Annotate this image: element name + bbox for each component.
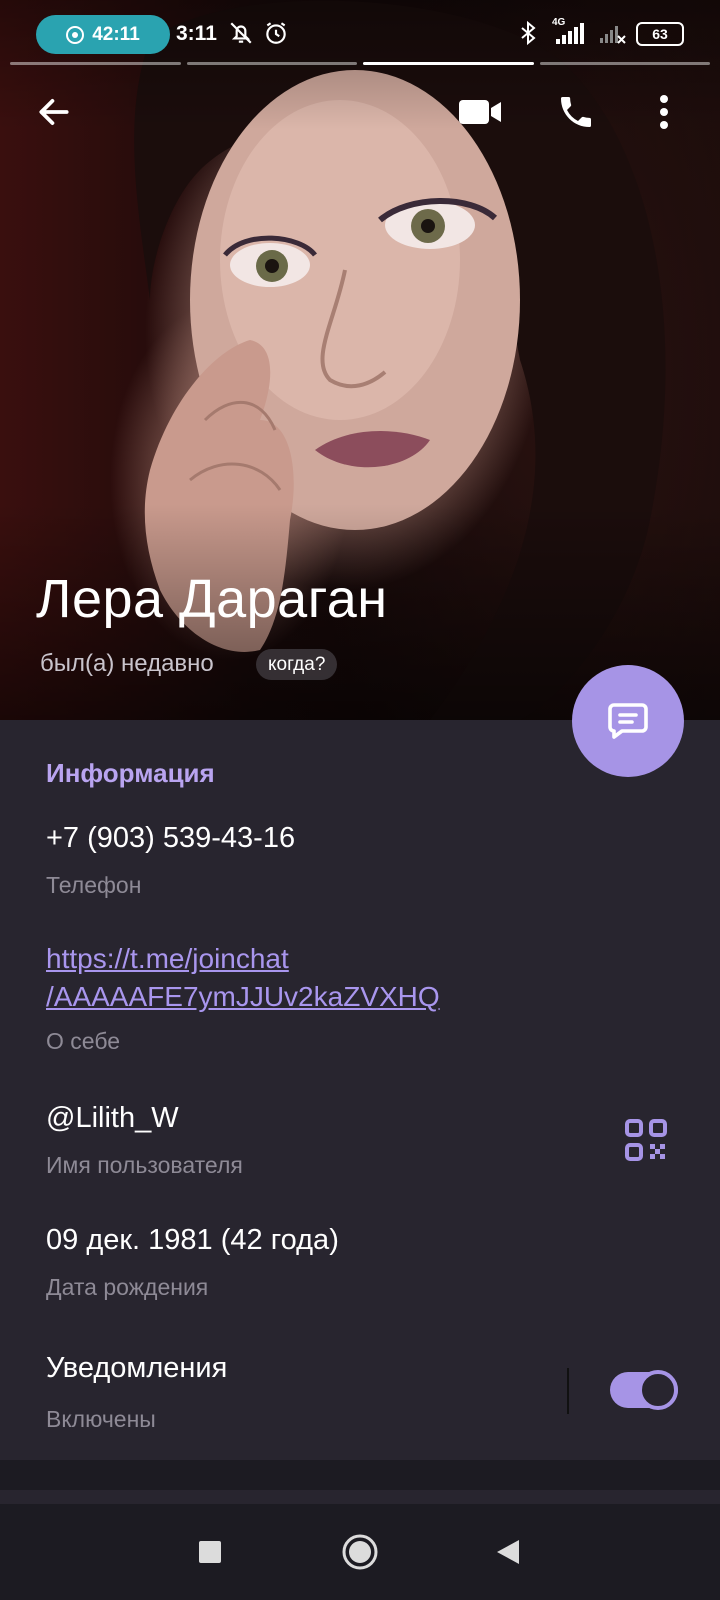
toggle-knob xyxy=(638,1370,678,1410)
section-title-info: Информация xyxy=(46,758,215,788)
username-label: Имя пользователя xyxy=(46,1152,243,1178)
video-call-button[interactable] xyxy=(454,86,506,138)
pager-segment xyxy=(186,62,357,65)
signal-off-icon xyxy=(600,26,626,44)
birthday-value: 09 дек. 1981 (42 года) xyxy=(46,1224,339,1256)
battery-icon: 63 xyxy=(636,22,684,46)
qr-code-button[interactable] xyxy=(624,1118,668,1162)
back-button[interactable] xyxy=(28,86,80,138)
home-circle-icon xyxy=(342,1534,378,1570)
screen-recording-pill[interactable]: 42:11 xyxy=(36,15,170,54)
when-chip[interactable]: когда? xyxy=(256,649,338,680)
send-message-button[interactable] xyxy=(572,665,684,777)
qr-code-icon xyxy=(625,1119,667,1161)
notifications-state: Включены xyxy=(46,1406,156,1432)
status-clock: 3:11 xyxy=(176,22,217,45)
bluetooth-icon xyxy=(521,20,536,46)
message-icon xyxy=(608,703,648,739)
bio-link-line2[interactable]: /AAAAAFE7ymJJUv2kaZVXHQ xyxy=(46,978,440,1016)
home-button[interactable] xyxy=(336,1528,384,1576)
section-gap xyxy=(0,1460,720,1490)
battery-level: 63 xyxy=(652,26,668,42)
notifications-title: Уведомления xyxy=(46,1352,228,1384)
phone-icon xyxy=(561,97,591,127)
pager-segment xyxy=(539,62,710,65)
status-bar: 42:11 3:11 4G 63 xyxy=(0,0,720,66)
bell-off-icon xyxy=(230,22,252,44)
more-vert-icon xyxy=(660,95,668,129)
pager-segment xyxy=(10,62,181,65)
recents-square-icon xyxy=(199,1541,221,1563)
phone-call-button[interactable] xyxy=(550,86,602,138)
vertical-divider xyxy=(567,1368,569,1414)
next-card-edge xyxy=(0,1490,720,1504)
pager-segment-active xyxy=(363,62,534,65)
last-seen-status: был(а) недавно xyxy=(40,650,214,677)
record-icon xyxy=(66,25,85,44)
profile-name: Лера Дараган xyxy=(36,569,388,629)
bio-label: О себе xyxy=(46,1028,121,1054)
system-back-button[interactable] xyxy=(484,1528,532,1576)
signal-icon: 4G xyxy=(550,17,590,47)
video-call-icon xyxy=(459,100,501,124)
birthday-label: Дата рождения xyxy=(46,1274,209,1300)
notifications-toggle[interactable] xyxy=(610,1370,678,1410)
system-navigation-bar xyxy=(0,1504,720,1600)
back-triangle-icon xyxy=(497,1540,519,1564)
username-value: @Lilith_W xyxy=(46,1102,179,1134)
phone-number: +7 (903) 539-43-16 xyxy=(46,822,296,854)
photo-pager-indicator xyxy=(10,62,710,66)
phone-label: Телефон xyxy=(46,872,142,898)
more-options-button[interactable] xyxy=(646,86,682,138)
bio-link-line1[interactable]: https://t.me/joinchat xyxy=(46,940,289,978)
back-arrow-icon xyxy=(39,99,69,125)
recording-time: 42:11 xyxy=(92,23,140,45)
recents-button[interactable] xyxy=(186,1528,234,1576)
alarm-icon xyxy=(266,22,286,44)
